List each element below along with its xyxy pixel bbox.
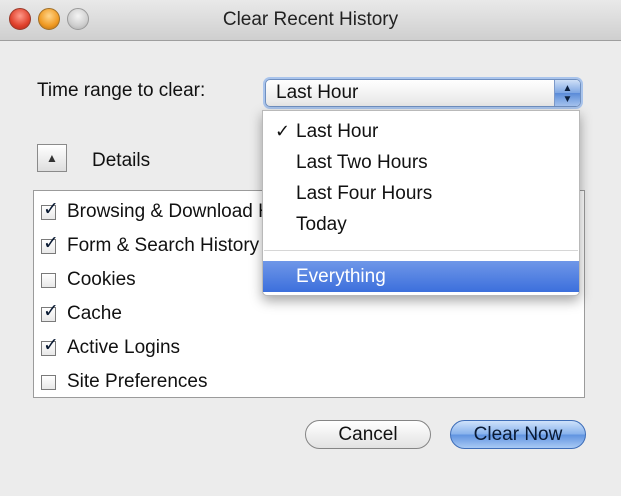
details-label: Details bbox=[92, 150, 151, 171]
menu-item-last-hour[interactable]: ✓ Last Hour bbox=[263, 116, 579, 147]
list-item-label: Form & Search History bbox=[67, 235, 260, 256]
menu-item-label: Last Hour bbox=[296, 121, 379, 142]
site-preferences-checkbox[interactable] bbox=[41, 374, 56, 390]
list-item-cookies[interactable]: Cookies bbox=[41, 265, 136, 295]
checkmark-icon: ✓ bbox=[43, 198, 59, 220]
clear-now-button[interactable]: Clear Now bbox=[450, 420, 586, 449]
menu-item-label: Everything bbox=[296, 266, 386, 287]
cache-checkbox[interactable]: ✓ bbox=[41, 302, 59, 322]
menu-item-last-four-hours[interactable]: Last Four Hours bbox=[263, 178, 579, 209]
clear-history-dialog: Clear Recent History Time range to clear… bbox=[0, 0, 621, 496]
list-item-label: Cache bbox=[67, 303, 122, 324]
time-range-dropdown-menu: ✓ Last Hour Last Two Hours Last Four Hou… bbox=[262, 110, 580, 296]
list-item-site-preferences[interactable]: Site Preferences bbox=[41, 367, 207, 397]
cookies-checkbox[interactable] bbox=[41, 272, 56, 288]
menu-item-label: Last Four Hours bbox=[296, 183, 433, 204]
list-item-active-logins[interactable]: ✓ Active Logins bbox=[41, 333, 180, 363]
form-history-checkbox[interactable]: ✓ bbox=[41, 234, 59, 254]
checkmark-icon: ✓ bbox=[275, 121, 291, 141]
active-logins-checkbox[interactable]: ✓ bbox=[41, 336, 59, 356]
menu-item-label: Today bbox=[296, 214, 347, 235]
details-collapse-icon[interactable]: ▲ bbox=[37, 144, 67, 172]
menu-item-everything[interactable]: Everything bbox=[263, 261, 579, 292]
menu-item-today[interactable]: Today bbox=[263, 209, 579, 240]
menu-separator bbox=[264, 250, 578, 251]
window-title: Clear Recent History bbox=[222, 9, 399, 30]
menu-item-label: Last Two Hours bbox=[296, 152, 428, 173]
time-range-label: Time range to clear: bbox=[37, 80, 206, 101]
list-item-label: Cookies bbox=[67, 269, 136, 290]
title-bar[interactable]: Clear Recent History bbox=[0, 0, 621, 41]
checkmark-icon: ✓ bbox=[43, 232, 59, 254]
list-item-label: Active Logins bbox=[67, 337, 181, 358]
list-item-label: Site Preferences bbox=[67, 371, 208, 392]
select-arrows-icon: ▲ ▼ bbox=[554, 80, 580, 106]
time-range-selected-value: Last Hour bbox=[276, 82, 359, 103]
list-item-cache[interactable]: ✓ Cache bbox=[41, 299, 122, 329]
checkmark-icon: ✓ bbox=[43, 300, 59, 322]
time-range-select[interactable]: Last Hour ▲ ▼ bbox=[265, 79, 581, 107]
menu-item-last-two-hours[interactable]: Last Two Hours bbox=[263, 147, 579, 178]
checkmark-icon: ✓ bbox=[43, 334, 59, 356]
browsing-history-checkbox[interactable]: ✓ bbox=[41, 200, 59, 220]
list-item-form-search-history[interactable]: ✓ Form & Search History bbox=[41, 231, 259, 261]
cancel-button[interactable]: Cancel bbox=[305, 420, 431, 449]
